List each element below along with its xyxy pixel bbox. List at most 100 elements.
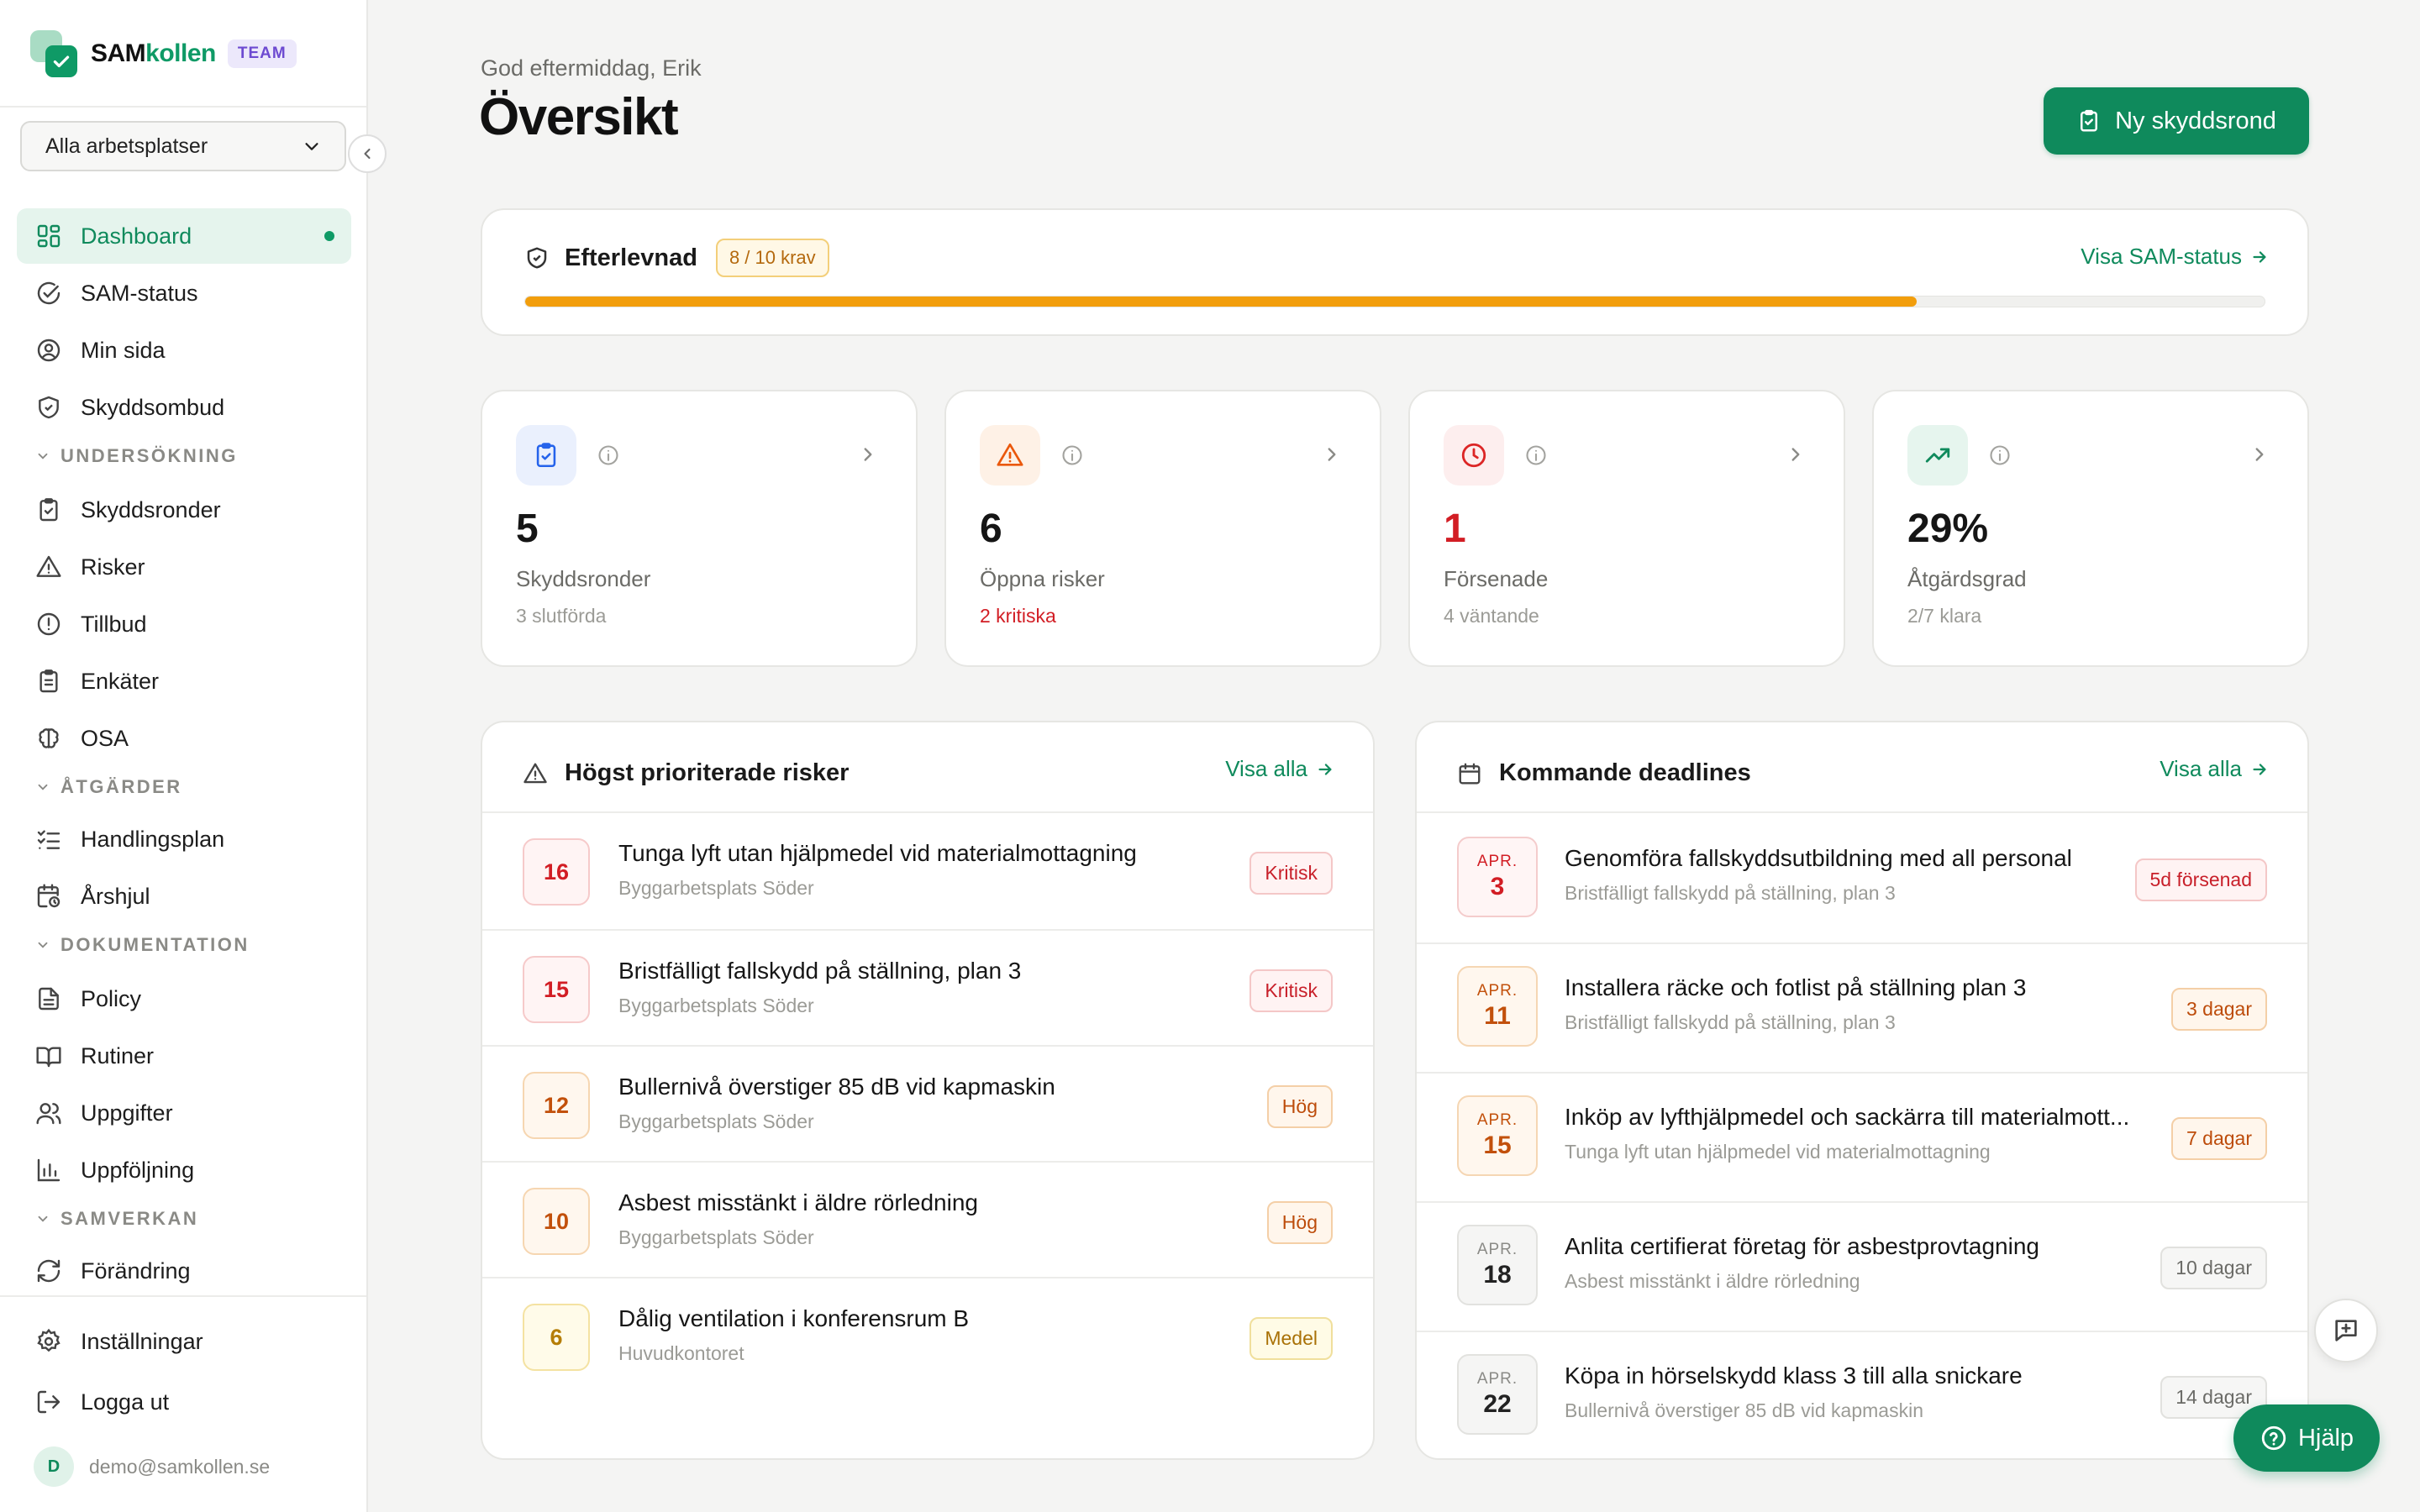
- compliance-progress-bar: [524, 296, 2265, 307]
- link-label: Visa SAM-status: [2081, 244, 2242, 269]
- section-dokumentation[interactable]: DOKUMENTATION: [35, 934, 250, 956]
- calendar-icon: [1459, 763, 1481, 784]
- feedback-button[interactable]: [2314, 1299, 2378, 1362]
- sidebar-item-label: Rutiner: [81, 1042, 155, 1068]
- sidebar-item-label: Tillbud: [81, 611, 147, 637]
- risk-level-badge: Hög: [1266, 1085, 1333, 1128]
- list-checks-icon: [34, 824, 64, 854]
- sidebar-item-min-sida[interactable]: Min sida: [17, 323, 351, 378]
- button-label: Ny skyddsrond: [2115, 107, 2276, 134]
- link-label: Visa alla: [2160, 756, 2242, 781]
- deadline-related-risk: Asbest misstänkt i äldre rörledning: [1565, 1270, 1860, 1292]
- info-icon[interactable]: [1524, 444, 1548, 467]
- stat-sub: 3 slutförda: [516, 605, 607, 627]
- sidebar-item-label: OSA: [81, 725, 129, 751]
- sidebar-item-label: Logga ut: [81, 1389, 170, 1415]
- risk-row[interactable]: 10 Asbest misstänkt i äldre rörledning B…: [482, 1163, 1373, 1278]
- shield-check-icon: [34, 392, 64, 423]
- sidebar-item-forandring[interactable]: Förändring: [17, 1243, 351, 1299]
- sidebar-item-enkater[interactable]: Enkäter: [17, 654, 351, 709]
- sidebar-item-installningar[interactable]: Inställningar: [17, 1314, 351, 1369]
- view-all-deadlines-link[interactable]: Visa alla: [2160, 756, 2269, 782]
- new-safety-round-button[interactable]: Ny skyddsrond: [2044, 87, 2309, 155]
- info-icon[interactable]: [1988, 444, 2012, 467]
- date-day: 11: [1484, 1002, 1511, 1030]
- section-undersokning[interactable]: UNDERSÖKNING: [35, 445, 238, 467]
- help-button[interactable]: Hjälp: [2233, 1404, 2380, 1472]
- alert-circle-icon: [34, 609, 64, 639]
- sidebar-item-risker[interactable]: Risker: [17, 539, 351, 595]
- view-sam-status-link[interactable]: Visa SAM-status: [2081, 244, 2269, 270]
- deadline-related-risk: Bullernivå överstiger 85 dB vid kapmaski…: [1565, 1399, 1923, 1421]
- stat-sub: 4 väntande: [1444, 605, 1539, 627]
- arrow-right-icon: [2253, 763, 2266, 775]
- brand-name: SAMkollen: [91, 39, 216, 67]
- deadline-row[interactable]: APR. 11 Installera räcke och fotlist på …: [1417, 942, 2307, 1072]
- user-email: demo@samkollen.se: [89, 1455, 271, 1478]
- sidebar-item-arshjul[interactable]: Årshjul: [17, 869, 351, 924]
- sidebar-item-label: Inställningar: [81, 1328, 203, 1354]
- sidebar-item-uppgifter[interactable]: Uppgifter: [17, 1085, 351, 1141]
- risk-row[interactable]: 15 Bristfälligt fallskydd på ställning, …: [482, 931, 1373, 1047]
- stat-card-skyddsronder[interactable]: 5 Skyddsronder 3 slutförda: [481, 390, 918, 667]
- stat-card-atgardsgrad[interactable]: 29% Åtgärdsgrad 2/7 klara: [1872, 390, 2309, 667]
- info-icon[interactable]: [1060, 444, 1084, 467]
- risk-location: Huvudkontoret: [618, 1342, 744, 1364]
- sidebar-item-label: Handlingsplan: [81, 826, 225, 852]
- section-label: SAMVERKAN: [60, 1208, 199, 1229]
- check-circle-icon: [34, 278, 64, 308]
- section-atgarder[interactable]: ÅTGÄRDER: [35, 776, 182, 798]
- sidebar-item-skyddsronder[interactable]: Skyddsronder: [17, 482, 351, 538]
- active-dot: [324, 231, 334, 241]
- sidebar-item-rutiner[interactable]: Rutiner: [17, 1028, 351, 1084]
- sidebar-item-skyddsombud[interactable]: Skyddsombud: [17, 380, 351, 435]
- shield-icon: [527, 247, 547, 269]
- stat-sub: 2/7 klara: [1907, 605, 1982, 627]
- risk-location: Byggarbetsplats Söder: [618, 1110, 814, 1132]
- compliance-badge: 8 / 10 krav: [715, 239, 829, 277]
- avatar: D: [34, 1446, 74, 1487]
- stat-sub: 2 kritiska: [980, 605, 1056, 627]
- section-samverkan[interactable]: SAMVERKAN: [35, 1208, 198, 1230]
- sidebar-item-tillbud[interactable]: Tillbud: [17, 596, 351, 652]
- sidebar-item-label: SAM-status: [81, 280, 198, 306]
- deadline-row[interactable]: APR. 18 Anlita certifierat företag för a…: [1417, 1201, 2307, 1331]
- sidebar-item-policy[interactable]: Policy: [17, 971, 351, 1026]
- deadline-row[interactable]: APR. 3 Genomföra fallskyddsutbildning me…: [1417, 813, 2307, 942]
- calendar-clock-icon: [34, 881, 64, 911]
- risk-score: 6: [523, 1304, 590, 1371]
- users-icon: [34, 1098, 64, 1128]
- stat-card-oppna-risker[interactable]: 6 Öppna risker 2 kritiska: [944, 390, 1381, 667]
- date-day: 18: [1483, 1261, 1512, 1289]
- stat-value: 29%: [1907, 507, 1989, 551]
- sidebar-item-sam-status[interactable]: SAM-status: [17, 265, 351, 321]
- section-label: UNDERSÖKNING: [60, 445, 238, 466]
- section-label: ÅTGÄRDER: [60, 776, 182, 797]
- sidebar-item-label: Årshjul: [81, 883, 150, 909]
- sidebar-item-handlingsplan[interactable]: Handlingsplan: [17, 811, 351, 867]
- user-account[interactable]: D demo@samkollen.se: [34, 1446, 270, 1487]
- chevron-right-icon: [1791, 448, 1800, 461]
- sidebar-item-logga-ut[interactable]: Logga ut: [17, 1374, 351, 1430]
- view-all-risks-link[interactable]: Visa alla: [1225, 756, 1334, 782]
- card-title: Kommande deadlines: [1499, 759, 1751, 786]
- greeting: God eftermiddag, Erik: [481, 55, 702, 81]
- sidebar-item-uppfoljning[interactable]: Uppföljning: [17, 1142, 351, 1198]
- workspace-select[interactable]: Alla arbetsplatser: [20, 121, 346, 171]
- date-month: APR.: [1476, 1370, 1518, 1388]
- sidebar-item-osa[interactable]: OSA: [17, 711, 351, 766]
- risk-row[interactable]: 16 Tunga lyft utan hjälpmedel vid materi…: [482, 813, 1373, 929]
- deadline-row[interactable]: APR. 15 Inköp av lyfthjälpmedel och sack…: [1417, 1072, 2307, 1201]
- info-icon[interactable]: [597, 444, 620, 467]
- deadline-row[interactable]: APR. 22 Köpa in hörselskydd klass 3 till…: [1417, 1331, 2307, 1460]
- compliance-card: Efterlevnad 8 / 10 krav Visa SAM-status: [481, 208, 2309, 336]
- brand[interactable]: SAMkollen TEAM: [30, 30, 297, 77]
- risk-row[interactable]: 12 Bullernivå överstiger 85 dB vid kapma…: [482, 1047, 1373, 1163]
- collapse-sidebar-button[interactable]: [348, 134, 387, 173]
- risk-row[interactable]: 6 Dålig ventilation i konferensrum B Huv…: [482, 1278, 1373, 1394]
- stat-card-forsenade[interactable]: 1 Försenade 4 väntande: [1408, 390, 1845, 667]
- risk-score: 15: [523, 956, 590, 1023]
- sidebar-item-dashboard[interactable]: Dashboard: [17, 208, 351, 264]
- sidebar-item-label: Risker: [81, 554, 145, 580]
- deadline-date: APR. 15: [1457, 1095, 1538, 1176]
